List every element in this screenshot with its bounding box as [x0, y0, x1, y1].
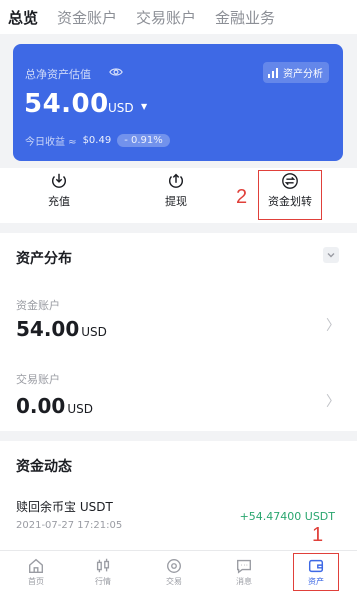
trading-account-value: 0.00 USD [16, 394, 93, 418]
collapse-button[interactable] [323, 247, 339, 263]
tab-overview[interactable]: 总览 [8, 7, 38, 28]
deposit-label: 充值 [48, 195, 70, 208]
today-earnings: 今日收益 ≈ $0.49 - 0.91% [25, 133, 170, 148]
transfer-highlight-box [258, 170, 322, 220]
home-icon [29, 558, 43, 573]
balance-unit[interactable]: USD [108, 101, 134, 115]
trading-account-label: 交易账户 [16, 373, 60, 386]
tab-funding-account[interactable]: 资金账户 [57, 7, 117, 28]
assets-highlight-box [293, 553, 339, 591]
message-icon [237, 559, 251, 574]
chart-icon [268, 67, 278, 78]
trade-icon [167, 559, 181, 573]
asset-distribution-title: 资产分布 [16, 251, 72, 267]
funds-activity-title: 资金动态 [16, 459, 72, 475]
chevron-right-icon: 〉 [326, 318, 340, 334]
funds-activity-section: 资金动态 [0, 441, 357, 550]
asset-analysis-button[interactable]: 资产分析 [263, 62, 329, 83]
withdraw-label: 提现 [165, 195, 187, 208]
chevron-right-icon: 〉 [326, 394, 340, 410]
record-title: 赎回余币宝 USDT [16, 500, 113, 514]
withdraw-icon [169, 173, 183, 188]
tab-finance[interactable]: 金融业务 [215, 7, 275, 28]
nav-home[interactable]: 首页 [16, 557, 56, 587]
nav-trade[interactable]: 交易 [154, 557, 194, 587]
asset-distribution-section: 资产分布 资金账户 54.00 USD 〉 交易账户 0.00 USD 〉 [0, 233, 357, 431]
chevron-down-icon [327, 253, 335, 258]
funding-account-value: 54.00 USD [16, 317, 107, 341]
funding-account-label: 资金账户 [16, 299, 60, 312]
eye-icon[interactable] [109, 65, 123, 79]
nav-market[interactable]: 行情 [83, 557, 123, 587]
caret-down-icon[interactable]: ▼ [141, 102, 147, 111]
deposit-icon [52, 173, 66, 188]
withdraw-button[interactable]: 提现 [146, 172, 206, 209]
balance-card: 总净资产估值 资产分析 54.00 USD ▼ 今日收益 ≈ $0.49 - 0… [13, 44, 343, 161]
market-icon [96, 558, 110, 573]
deposit-button[interactable]: 充值 [29, 172, 89, 209]
record-time: 2021-07-27 17:21:05 [16, 520, 123, 531]
nav-messages[interactable]: 消息 [224, 557, 264, 587]
today-earnings-value: $0.49 [82, 135, 112, 146]
today-earnings-label: 今日收益 ≈ [25, 137, 77, 148]
top-tab-bar: 总览 资金账户 交易账户 金融业务 [0, 0, 357, 34]
asset-analysis-label: 资产分析 [283, 69, 323, 80]
annotation-step-2: 2 [236, 186, 248, 208]
tab-trading-account[interactable]: 交易账户 [136, 7, 196, 28]
record-amount: +54.47400 USDT [239, 510, 335, 523]
total-assets-label: 总净资产估值 [25, 68, 91, 81]
balance-value: 54.00 [24, 89, 109, 119]
today-change-badge: - 0.91% [117, 134, 170, 147]
annotation-step-1: 1 [312, 524, 324, 546]
